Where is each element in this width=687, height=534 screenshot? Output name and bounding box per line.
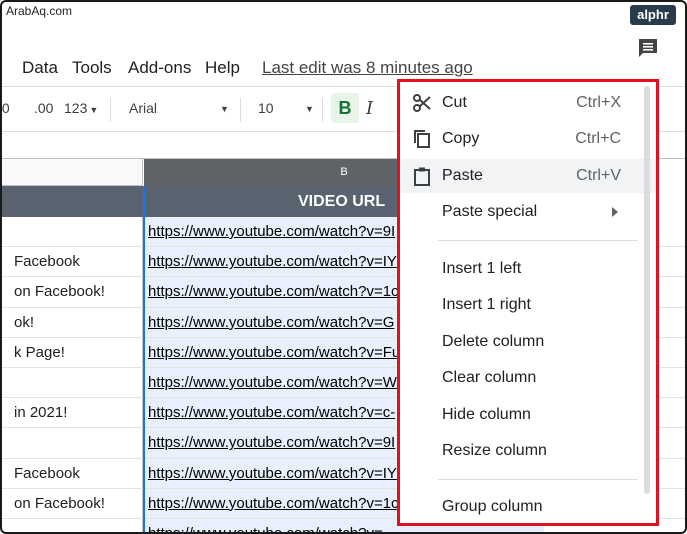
context-menu: Cut Ctrl+X Copy Ctrl+C Paste Ctrl+V Past… (400, 82, 656, 523)
increase-decimal-button[interactable]: .00 (34, 100, 53, 116)
chevron-right-icon (612, 207, 618, 217)
cell-a[interactable]: in 2021! (2, 398, 143, 428)
menu-item-insert-right[interactable]: Insert 1 right (400, 288, 656, 322)
menu-item-label: Paste special (442, 203, 538, 220)
clipboard-icon (414, 167, 430, 186)
menu-item-insert-left[interactable]: Insert 1 left (400, 252, 656, 286)
menu-scrollbar[interactable] (644, 86, 650, 494)
column-header-a[interactable] (2, 159, 143, 186)
menu-item-group-column[interactable]: Group column (400, 490, 656, 523)
cell-a[interactable]: Facebook (2, 247, 143, 277)
scissors-icon (413, 94, 431, 112)
cell-a[interactable]: k Page! (2, 337, 143, 367)
menu-item-paste-special[interactable]: Paste special (400, 195, 656, 229)
cell-a[interactable] (2, 518, 143, 532)
screenshot-frame: ArabAq.com alphr Data Tools Add-ons Help… (0, 0, 687, 534)
bold-button[interactable]: B (331, 93, 359, 123)
divider (110, 98, 111, 122)
menu-divider (438, 479, 638, 480)
menu-data[interactable]: Data (22, 58, 58, 78)
divider (240, 98, 241, 122)
cell-a[interactable] (2, 367, 143, 398)
menu-item-label: Resize column (442, 442, 547, 459)
menu-item-delete-column[interactable]: Delete column (400, 325, 656, 359)
menu-help[interactable]: Help (205, 58, 240, 78)
italic-button[interactable]: I (366, 98, 373, 119)
menu-item-clear-column[interactable]: Clear column (400, 361, 656, 395)
cell-a[interactable]: on Facebook! (2, 277, 143, 307)
decrease-decimal-label: .0 (1, 100, 10, 116)
chevron-down-icon[interactable]: ▼ (220, 104, 229, 114)
chevron-down-icon: ▼ (89, 105, 99, 115)
menu-item-hide-column[interactable]: Hide column (400, 398, 656, 432)
shortcut-label: Ctrl+V (576, 167, 621, 184)
copy-icon (414, 130, 430, 148)
comment-icon[interactable] (636, 36, 660, 60)
menu-addons[interactable]: Add-ons (128, 58, 191, 78)
divider (322, 98, 323, 122)
menu-item-label: Copy (442, 130, 480, 147)
menu-item-label: Hide column (442, 406, 531, 423)
font-size-select[interactable]: 10 (258, 100, 274, 116)
font-select[interactable]: Arial (129, 100, 157, 116)
menu-item-label: Cut (442, 94, 467, 111)
more-formats-button[interactable]: 123 ▼ (64, 100, 98, 116)
menu-item-paste[interactable]: Paste Ctrl+V (400, 159, 656, 193)
shortcut-label: Ctrl+C (575, 130, 621, 147)
cell-a[interactable] (2, 428, 143, 458)
increase-decimal-label: .00 (34, 100, 54, 116)
menu-divider (438, 240, 638, 241)
selection-border (143, 186, 145, 532)
decrease-decimal-button[interactable]: .0 (2, 100, 18, 116)
menu-item-label: Paste (442, 167, 483, 184)
brand-logo: alphr (630, 5, 676, 25)
menu-item-resize-column[interactable]: Resize column (400, 434, 656, 468)
cell-a[interactable]: ok! (2, 307, 143, 337)
menu-item-cut[interactable]: Cut Ctrl+X (400, 86, 656, 120)
font-size-value: 10 (258, 100, 274, 116)
menu-item-label: Insert 1 right (442, 296, 531, 313)
menu-item-label: Insert 1 left (442, 260, 522, 277)
cell-a[interactable] (2, 217, 143, 247)
chevron-down-icon[interactable]: ▼ (305, 104, 314, 114)
menu-item-label: Group column (442, 498, 543, 515)
menu-tools[interactable]: Tools (72, 58, 112, 78)
cell-a[interactable]: Facebook (2, 458, 143, 488)
watermark: ArabAq.com (6, 4, 73, 18)
cell-a[interactable]: on Facebook! (2, 488, 143, 518)
menu-item-label: Delete column (442, 333, 545, 350)
header-cell-a[interactable] (2, 186, 143, 217)
menu-item-copy[interactable]: Copy Ctrl+C (400, 122, 656, 156)
menu-item-label: Clear column (442, 369, 537, 386)
shortcut-label: Ctrl+X (576, 94, 621, 111)
more-formats-label: 123 (64, 100, 88, 116)
font-value: Arial (129, 100, 158, 116)
last-edit-link[interactable]: Last edit was 8 minutes ago (262, 58, 473, 78)
